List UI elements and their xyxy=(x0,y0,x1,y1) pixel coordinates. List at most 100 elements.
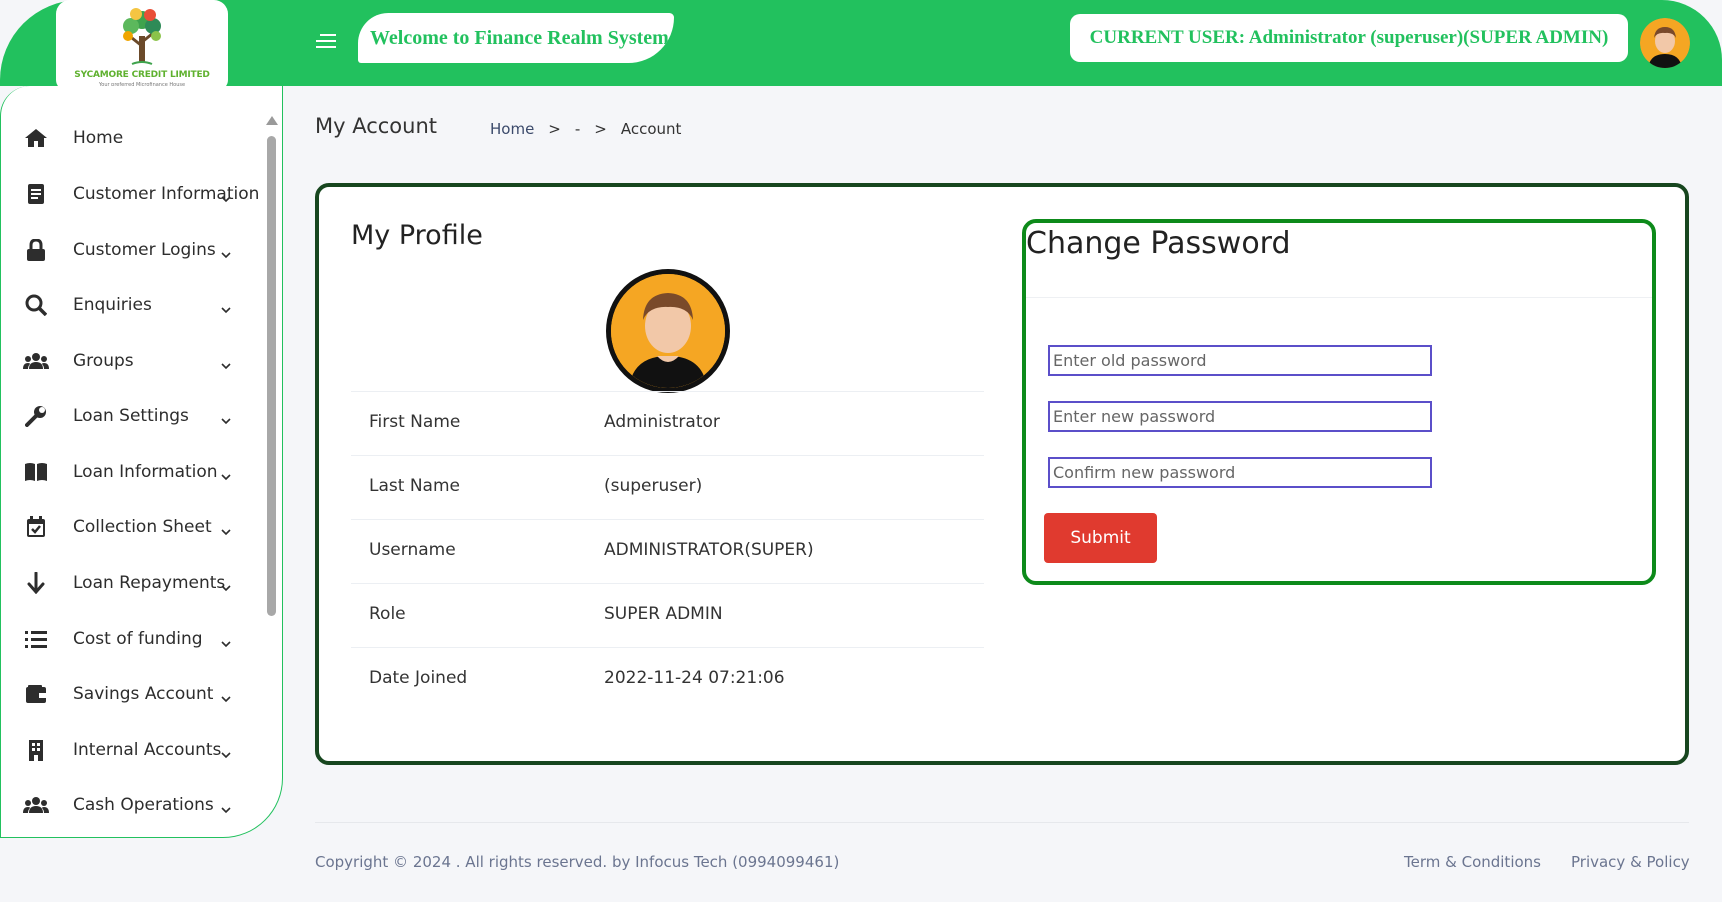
profile-field-value: ADMINISTRATOR(SUPER) xyxy=(604,540,814,560)
sidebar-item-loan-repayments[interactable]: Loan Repayments xyxy=(1,558,263,608)
sidebar-item-groups[interactable]: Groups xyxy=(1,336,263,386)
new-password-input[interactable] xyxy=(1048,401,1432,432)
sidebar-item-label: Cost of funding xyxy=(73,629,203,649)
breadcrumb-current: Account xyxy=(620,120,682,138)
profile-row: Date Joined 2022-11-24 07:21:06 xyxy=(351,647,984,711)
sidebar-item-customer-information[interactable]: Customer Information xyxy=(1,169,263,219)
profile-avatar-icon xyxy=(611,274,725,388)
users-icon xyxy=(23,348,49,374)
profile-field-value: (superuser) xyxy=(604,476,703,496)
profile-field-label: Last Name xyxy=(369,476,460,496)
sidebar: Home Customer Information Customer Logins E… xyxy=(0,86,283,838)
current-user-banner: CURRENT USER: Administrator (superuser)(… xyxy=(1070,14,1628,62)
sidebar-item-label: Collection Sheet xyxy=(73,517,212,537)
sidebar-item-label: Loan Information xyxy=(73,462,218,482)
old-password-input[interactable] xyxy=(1048,345,1432,376)
sidebar-item-internal-accounts[interactable]: Internal Accounts xyxy=(1,725,263,775)
privacy-link[interactable]: Privacy & Policy xyxy=(1571,853,1690,871)
sidebar-item-label: Home xyxy=(73,128,124,148)
profile-field-label: Username xyxy=(369,540,456,560)
sidebar-item-label: Loan Settings xyxy=(73,406,189,426)
divider xyxy=(1026,297,1652,298)
sidebar-item-label: Customer Logins xyxy=(73,240,216,260)
welcome-banner: Welcome to Finance Realm System xyxy=(358,13,674,63)
chevron-down-icon[interactable] xyxy=(221,411,231,425)
sidebar-item-label: Savings Account xyxy=(73,684,214,704)
profile-title: My Profile xyxy=(351,220,483,251)
list-icon xyxy=(23,626,49,652)
sidebar-item-cost-of-funding[interactable]: Cost of funding xyxy=(1,614,263,664)
scroll-down-arrow-icon[interactable] xyxy=(266,836,278,837)
breadcrumb-dash: - xyxy=(574,120,581,138)
chevron-down-icon[interactable] xyxy=(221,689,231,703)
tree-logo-icon xyxy=(123,8,161,65)
top-bar: SYCAMORE CREDIT LIMITED Your preferred M… xyxy=(0,0,1722,90)
profile-row: Role SUPER ADMIN xyxy=(351,583,984,647)
sidebar-item-label: Customer Information xyxy=(73,184,260,204)
logo-company-name: SYCAMORE CREDIT LIMITED xyxy=(74,70,210,80)
profile-row: Username ADMINISTRATOR(SUPER) xyxy=(351,519,984,583)
menu-toggle-icon[interactable] xyxy=(316,30,340,52)
profile-field-label: Role xyxy=(369,604,406,624)
avatar-icon xyxy=(1640,18,1690,68)
profile-field-label: First Name xyxy=(369,412,461,432)
chevron-down-icon[interactable] xyxy=(221,800,231,814)
submit-button[interactable]: Submit xyxy=(1044,513,1157,563)
scroll-up-arrow-icon[interactable] xyxy=(266,116,278,125)
sidebar-item-customer-logins[interactable]: Customer Logins xyxy=(1,225,263,275)
scroll-thumb[interactable] xyxy=(267,136,276,616)
profile-avatar xyxy=(606,269,730,393)
sidebar-item-enquiries[interactable]: Enquiries xyxy=(1,280,263,330)
user-avatar[interactable] xyxy=(1640,18,1690,68)
chevron-down-icon[interactable] xyxy=(221,300,231,314)
change-password-title: Change Password xyxy=(1026,226,1291,261)
sidebar-item-savings-account[interactable]: Savings Account xyxy=(1,669,263,719)
chevron-down-icon[interactable] xyxy=(221,578,231,592)
wallet-icon xyxy=(23,681,49,707)
breadcrumb-separator: > xyxy=(548,120,561,138)
wrench-icon xyxy=(23,403,49,429)
home-icon xyxy=(23,125,49,151)
book-icon xyxy=(23,459,49,485)
chevron-down-icon[interactable] xyxy=(221,745,231,759)
sidebar-scrollbar[interactable] xyxy=(263,116,279,837)
company-logo[interactable]: SYCAMORE CREDIT LIMITED Your preferred M… xyxy=(56,0,228,90)
confirm-password-input[interactable] xyxy=(1048,457,1432,488)
sidebar-item-cash-operations[interactable]: Cash Operations xyxy=(1,780,263,830)
sidebar-item-label: Cash Operations xyxy=(73,795,214,815)
chevron-down-icon[interactable] xyxy=(221,189,231,203)
profile-field-value: Administrator xyxy=(604,412,720,432)
copyright-text: Copyright © 2024 . All rights reserved. … xyxy=(315,853,840,871)
lock-icon xyxy=(23,237,49,263)
chevron-down-icon[interactable] xyxy=(221,245,231,259)
building-icon xyxy=(23,737,49,763)
profile-row: First Name Administrator xyxy=(351,391,984,455)
page-title: My Account xyxy=(315,114,438,138)
calendar-check-icon xyxy=(23,514,49,540)
sidebar-item-label: Groups xyxy=(73,351,134,371)
breadcrumb-separator: > xyxy=(594,120,607,138)
sidebar-item-home[interactable]: Home xyxy=(1,113,263,163)
sidebar-item-label: Loan Repayments xyxy=(73,573,226,593)
sidebar-item-collection-sheet[interactable]: Collection Sheet xyxy=(1,502,263,552)
arrow-down-icon xyxy=(23,570,49,596)
chevron-down-icon[interactable] xyxy=(221,356,231,370)
profile-row: Last Name (superuser) xyxy=(351,455,984,519)
footer-divider xyxy=(315,822,1689,823)
users-icon xyxy=(23,792,49,818)
sidebar-item-label: Enquiries xyxy=(73,295,152,315)
sidebar-item-loan-settings[interactable]: Loan Settings xyxy=(1,391,263,441)
sidebar-item-loan-information[interactable]: Loan Information xyxy=(1,447,263,497)
document-icon xyxy=(23,181,49,207)
chevron-down-icon[interactable] xyxy=(221,522,231,536)
profile-field-value: SUPER ADMIN xyxy=(604,604,723,624)
sidebar-item-label: Internal Accounts xyxy=(73,740,222,760)
terms-link[interactable]: Term & Conditions xyxy=(1404,853,1541,871)
chevron-down-icon[interactable] xyxy=(221,467,231,481)
breadcrumb-home-link[interactable]: Home xyxy=(490,120,534,138)
profile-field-label: Date Joined xyxy=(369,668,468,688)
profile-field-value: 2022-11-24 07:21:06 xyxy=(604,668,785,688)
breadcrumb: Home > - > Account xyxy=(490,120,681,138)
chevron-down-icon[interactable] xyxy=(221,634,231,648)
search-icon xyxy=(23,292,49,318)
